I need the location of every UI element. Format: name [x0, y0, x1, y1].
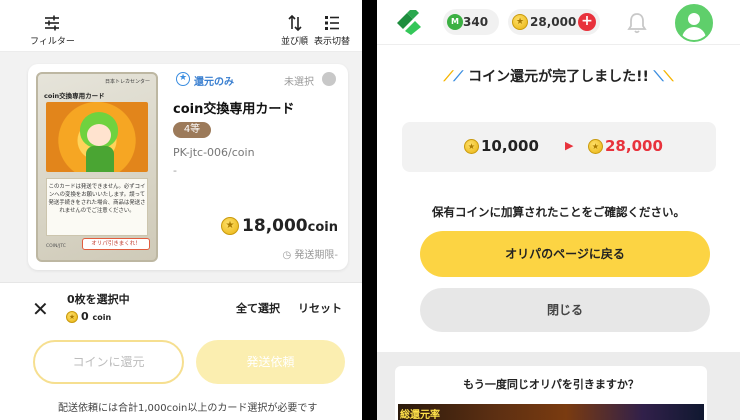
shipping-deadline-label: 発送期限- [294, 250, 338, 261]
return-only-badge: 還元のみ [194, 77, 234, 88]
avatar-body [682, 27, 706, 40]
coin-icon [588, 139, 603, 154]
character-body [86, 146, 114, 172]
selection-status: 未選択 [284, 77, 314, 88]
toolbar: フィルター 並び順 表示切替 [0, 0, 362, 52]
select-radio[interactable] [322, 72, 336, 86]
card-extra: - [173, 164, 177, 177]
arrow-right-icon: ▶ [565, 139, 574, 152]
grade-badge: 4等 [173, 122, 211, 138]
back-to-oripa-button[interactable]: オリパのページに戻る [420, 231, 710, 277]
coin-before: 10,000 [464, 137, 539, 155]
add-coin-button[interactable]: + [578, 13, 596, 31]
shipping-deadline: ◷ 発送期限- [282, 246, 338, 261]
coin-balance[interactable]: 28,000 + [508, 9, 600, 35]
view-toggle-label: 表示切替 [314, 37, 351, 47]
trading-card-image: 日本トレカセンター coin交換専用カード このカードは発送できません。必ずコイ… [36, 72, 158, 262]
coin-icon [221, 217, 240, 235]
confirm-message: 保有コインに加算されたことをご確認ください。 [432, 205, 685, 219]
avatar-head [688, 13, 700, 25]
filter-button[interactable]: フィルター [30, 14, 75, 47]
completion-title: ⟋⟋ コイン還元が完了しました!! ⟍⟍ [377, 66, 740, 86]
card-image-button: オリパ引きまくれ！ [82, 238, 150, 250]
price-value: 18,000 [242, 216, 308, 236]
coin-icon [66, 311, 78, 323]
coin-after: 28,000 [588, 137, 663, 155]
coin-return-button[interactable]: コインに還元 [33, 340, 184, 384]
close-button[interactable]: 閉じる [420, 288, 710, 332]
card-image-code: COIN/JTC [46, 244, 66, 249]
reset-button[interactable]: リセット [298, 300, 342, 316]
coin-before-value: 10,000 [481, 137, 539, 155]
sparkle-icon: ⟋ [443, 69, 454, 85]
logo-icon [397, 10, 421, 35]
filter-icon [45, 15, 60, 31]
m-point-icon: M [447, 14, 463, 30]
close-icon[interactable]: ✕ [32, 297, 49, 321]
coin-icon [464, 139, 479, 154]
selection-sheet: ✕ 0枚を選択中 0 coin 全て選択 リセット コインに還元 発送依頼 配送… [0, 282, 362, 420]
card-code: PK-jtc-006/coin [173, 146, 255, 159]
selected-coin-total: 0 coin [66, 310, 111, 323]
card-price: 18,000coin [221, 216, 338, 236]
character-face [87, 124, 111, 146]
coin-result-box: 10,000 ▶ 28,000 [402, 122, 716, 172]
draw-again-card[interactable]: もう一度同じオリパを引きますか？ 総還元率 [395, 366, 707, 420]
sparkle-icon: ⟋ [453, 69, 464, 85]
sort-icon [287, 14, 302, 32]
sparkle-icon: ⟍ [663, 69, 674, 85]
price-unit: coin [307, 220, 338, 235]
banner-text: 総還元率 [400, 410, 440, 420]
draw-again-text: もう一度同じオリパを引きますか？ [463, 378, 639, 391]
m-points-balance[interactable]: M 340 [443, 9, 499, 35]
card-item[interactable]: 日本トレカセンター coin交換専用カード このカードは発送できません。必ずコイ… [28, 64, 348, 270]
card-title: coin交換専用カード [173, 102, 295, 117]
card-image-header: 日本トレカセンター [104, 79, 150, 85]
shipping-note: 配送依頼には合計1,000coin以上のカード選択が必要です [58, 403, 318, 414]
collection-panel: フィルター 並び順 表示切替 日本トレカセンター coin交換専用カード このカ… [0, 0, 362, 420]
shipping-request-button[interactable]: 発送依頼 [196, 340, 345, 384]
selected-count: 0枚を選択中 [67, 293, 130, 306]
coin-icon [512, 14, 528, 30]
star-icon: ★ [176, 72, 190, 86]
avatar[interactable] [675, 4, 713, 42]
m-points-value: 340 [463, 15, 489, 29]
return-complete-panel: M 340 28,000 + ⟋⟋ コイン還元が完了しました!! ⟍⟍ 10,0… [377, 0, 740, 420]
card-image-name: coin交換専用カード [44, 92, 105, 100]
sparkle-icon: ⟍ [653, 69, 664, 85]
oripa-banner[interactable]: 総還元率 [398, 404, 704, 420]
coin-balance-value: 28,000 [530, 15, 577, 29]
sort-label: 並び順 [281, 37, 309, 47]
clock-icon: ◷ [282, 250, 292, 261]
selected-coin-unit: coin [92, 313, 112, 322]
bell-icon[interactable] [627, 12, 647, 34]
card-illustration [46, 102, 148, 172]
list-icon [325, 16, 339, 30]
view-toggle-button[interactable]: 表示切替 [314, 14, 350, 47]
app-header: M 340 28,000 + [377, 0, 740, 45]
card-image-text: このカードは発送できません。必ずコインへの変換をお願いいたします。誤って発送手続… [46, 178, 148, 236]
coin-after-value: 28,000 [605, 137, 663, 155]
sort-button[interactable]: 並び順 [281, 14, 308, 47]
select-all-button[interactable]: 全て選択 [236, 300, 280, 316]
completion-title-text: コイン還元が完了しました!! [468, 69, 649, 85]
selected-coin-value: 0 [81, 310, 89, 323]
filter-label: フィルター [30, 37, 75, 47]
